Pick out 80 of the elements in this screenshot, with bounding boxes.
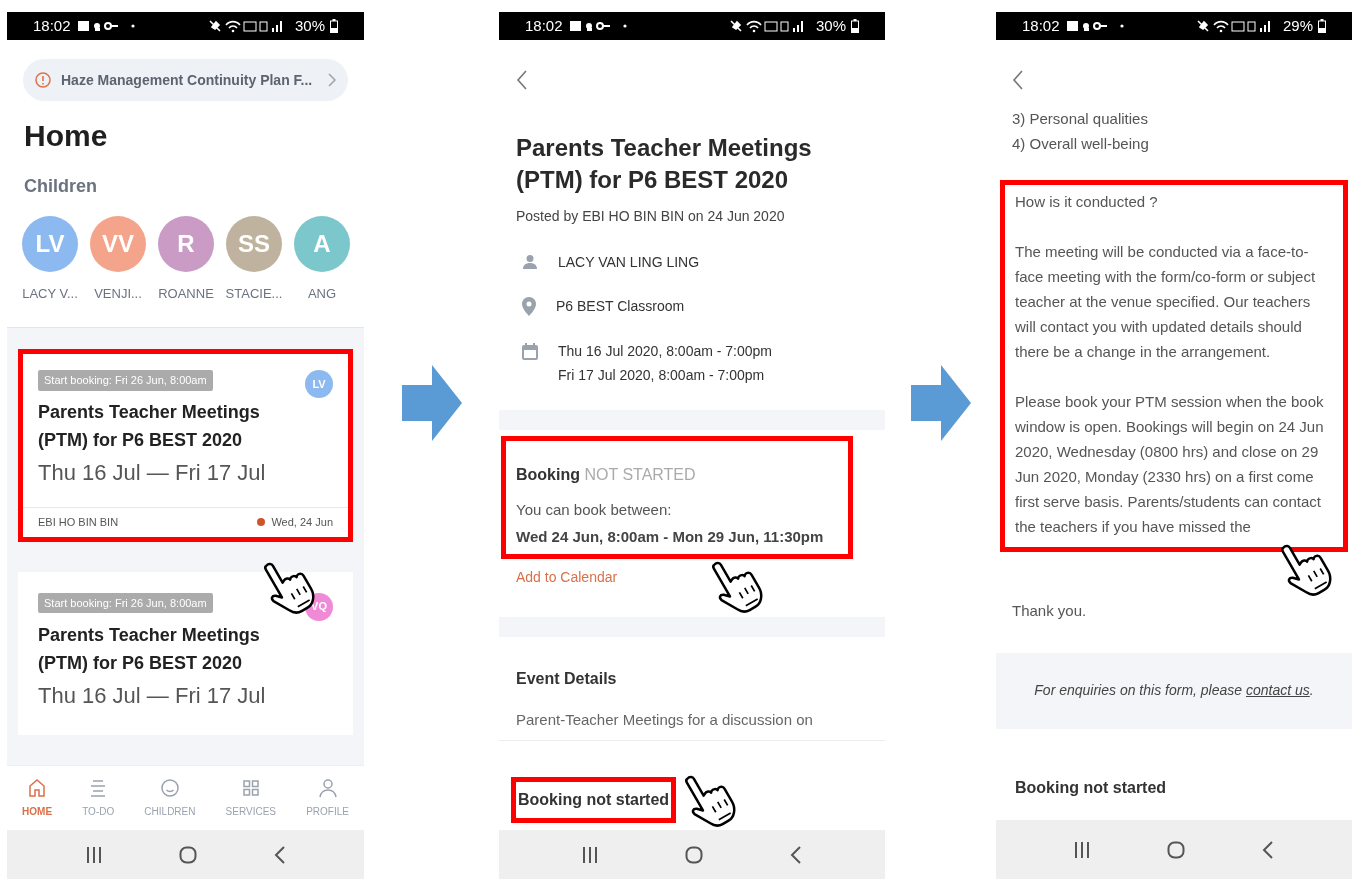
child-avatar[interactable]: VV [90, 215, 146, 272]
nav-tab[interactable]: PROFILE [306, 777, 349, 819]
event-description: Parent-Teacher Meetings for a discussion on [516, 710, 814, 730]
booking-intro: You can book between: [516, 500, 673, 520]
battery-icon [851, 19, 859, 33]
nav-tab[interactable]: SERVICES [225, 777, 276, 819]
recent-apps-icon[interactable] [85, 845, 102, 864]
clock-time: 18:02 [1022, 15, 1060, 36]
notice-text: Haze Management Continuity Plan F... [61, 70, 314, 90]
home-icon[interactable] [1167, 840, 1185, 859]
clock-time: 18:02 [33, 15, 71, 36]
enquiry-note: For enquiries on this form, please contact us. [1034, 681, 1314, 700]
recent-apps-icon[interactable] [1074, 840, 1091, 859]
booking-start-badge: Start booking: Fri 26 Jun, 8:00am [38, 370, 213, 391]
battery-percent: 30% [815, 15, 846, 36]
battery-percent: 29% [1282, 15, 1313, 36]
booking-window: Wed 24 Jun, 8:00am - Mon 29 Jun, 11:30pm [516, 525, 838, 548]
home-icon[interactable] [178, 845, 197, 864]
child-name: VENJI... [94, 284, 142, 303]
child-name: STACIE... [225, 284, 283, 303]
child-avatar[interactable]: A [294, 215, 350, 272]
grid-icon [240, 777, 261, 798]
list-line: 3) Personal qualities [1012, 109, 1149, 129]
post-date: Wed, 24 Jun [271, 515, 333, 530]
list-line: 4) Overall well-being [1012, 134, 1150, 154]
person-icon [522, 254, 538, 270]
person-icon [317, 777, 338, 798]
location-pin-icon [522, 297, 536, 316]
paragraph: The meeting will be conducted via a face-to-face meeting with the form/co-form or subject teacher at the venue specified. Our teachers will contact you with updated details should there be a change in the arrangement. [1015, 242, 1317, 362]
section-heading: Children [24, 174, 98, 198]
child-name: LACY V... [22, 284, 78, 303]
nav-tab[interactable]: CHILDREN [144, 777, 196, 819]
status-dot-icon [257, 518, 266, 527]
back-icon[interactable] [789, 845, 802, 864]
booking-state: NOT STARTED [584, 466, 696, 483]
closing-text: Thank you. [1011, 601, 1088, 621]
booking-start-badge: Start booking: Fri 26 Jun, 8:00am [38, 592, 213, 613]
smiley-face-icon [159, 777, 180, 798]
nav-tab[interactable]: HOME [22, 777, 53, 819]
home-icon [27, 777, 48, 798]
event-title: Parents Teacher Meetings (PTM) for P6 BEST 2020 [38, 401, 261, 452]
back-icon[interactable] [516, 70, 528, 90]
battery-icon [1318, 19, 1326, 33]
back-icon[interactable] [1261, 840, 1274, 859]
child-avatar[interactable]: R [158, 215, 214, 272]
calendar-icon [522, 343, 538, 360]
event-title: Parents Teacher Meetings (PTM) for P6 BEST 2020 [516, 133, 813, 195]
clock-time: 18:02 [525, 15, 563, 36]
back-icon[interactable] [1012, 70, 1024, 90]
contact-us-link[interactable]: contact us [1245, 682, 1310, 698]
event-dates: Thu 16 Jul — Fri 17 Jul [38, 459, 267, 487]
child-name: ROANNE [158, 284, 214, 303]
child-avatar: LV [305, 370, 333, 398]
booking-heading: Booking [516, 466, 580, 483]
battery-percent: 30% [294, 15, 325, 36]
recent-apps-icon[interactable] [582, 845, 599, 864]
detail-text: P6 BEST Classroom [556, 297, 685, 315]
notice-banner[interactable]: Haze Management Continuity Plan F... [23, 59, 348, 101]
nav-tab[interactable]: TO-DO [82, 777, 115, 819]
add-to-calendar-link[interactable]: Add to Calendar [516, 569, 618, 585]
home-icon[interactable] [685, 845, 703, 864]
section-heading: Event Details [516, 669, 618, 689]
chevron-right-icon [328, 73, 336, 87]
child-avatar[interactable]: SS [226, 215, 282, 272]
paragraph: How is it conducted ? [1015, 192, 1159, 212]
battery-icon [330, 19, 338, 33]
author-name: EBI HO BIN BIN [38, 515, 119, 530]
event-title: Parents Teacher Meetings (PTM) for P6 BEST 2020 [38, 623, 261, 675]
event-dates: Thu 16 Jul — Fri 17 Jul [38, 681, 267, 710]
child-name: ANG [307, 284, 337, 303]
paragraph: Please book your PTM session when the book window is open. Bookings will begin on 24 Jun 2020, Wednesday (0800 hrs) and close on 29 Jun 2020, Monday (2330 hrs) on a first come first serve basis. Parents/students can contact the teachers if you have missed the [1015, 392, 1325, 537]
page-title: Home [24, 118, 109, 154]
detail-text: LACY VAN LING LING [558, 253, 700, 271]
detail-text: Fri 17 Jul 2020, 8:00am - 7:00pm [558, 366, 766, 384]
detail-text: Thu 16 Jul 2020, 8:00am - 7:00pm [558, 342, 773, 360]
posted-by: Posted by EBI HO BIN BIN on 24 Jun 2020 [516, 207, 786, 226]
child-avatar[interactable]: LV [22, 215, 78, 272]
booking-status: Booking not started [1014, 777, 1168, 798]
info-icon [35, 72, 51, 88]
back-icon[interactable] [273, 845, 286, 864]
